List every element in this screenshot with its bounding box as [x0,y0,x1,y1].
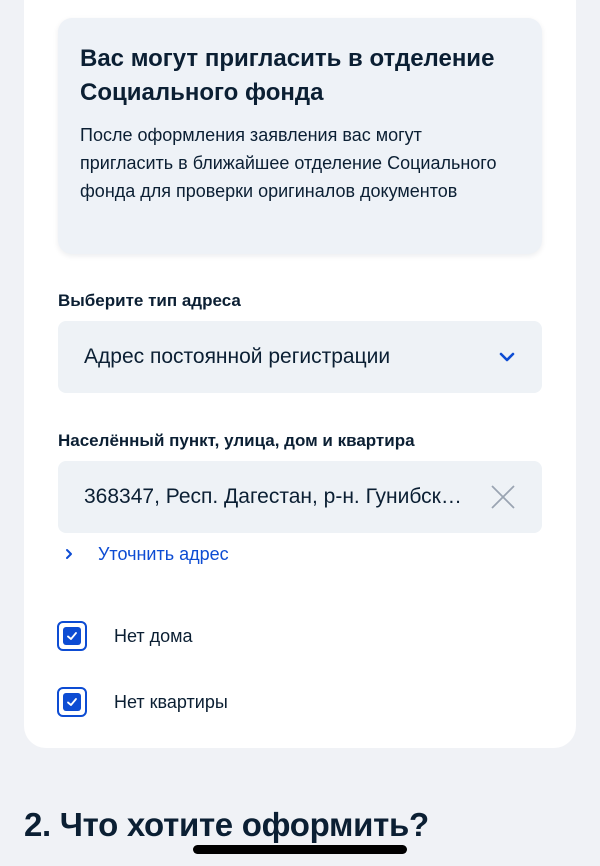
checkmark-icon [63,627,81,645]
close-icon[interactable] [490,484,516,510]
chevron-right-icon [66,549,72,559]
address-type-value: Адрес постоянной регистрации [84,345,391,368]
no-apartment-checkbox-row[interactable]: Нет квартиры [57,685,228,719]
address-input[interactable]: 368347, Респ. Дагестан, р-н. Гунибск… [58,461,542,533]
address-type-label: Выберите тип адреса [58,291,241,310]
address-label: Населённый пункт, улица, дом и квартира [58,431,415,450]
no-house-checkbox[interactable] [57,621,87,651]
address-type-select[interactable]: Адрес постоянной регистрации [58,321,542,393]
info-title: Вас могут пригласить в отделение Социаль… [80,45,495,106]
section-title: 2. Что хотите оформить? [24,806,429,843]
address-value: 368347, Респ. Дагестан, р-н. Гунибск… [84,485,462,508]
checkmark-icon [63,693,81,711]
refine-address-text: Уточнить адрес [98,543,229,564]
no-house-checkbox-row[interactable]: Нет дома [57,619,193,653]
refine-address-link[interactable]: Уточнить адрес [62,541,229,567]
no-house-label: Нет дома [114,625,193,646]
no-apartment-label: Нет квартиры [114,691,228,712]
no-apartment-checkbox[interactable] [57,687,87,717]
chevron-down-icon [499,352,515,362]
info-text: После оформления заявления вас могут при… [80,125,497,201]
home-indicator[interactable] [193,845,407,854]
